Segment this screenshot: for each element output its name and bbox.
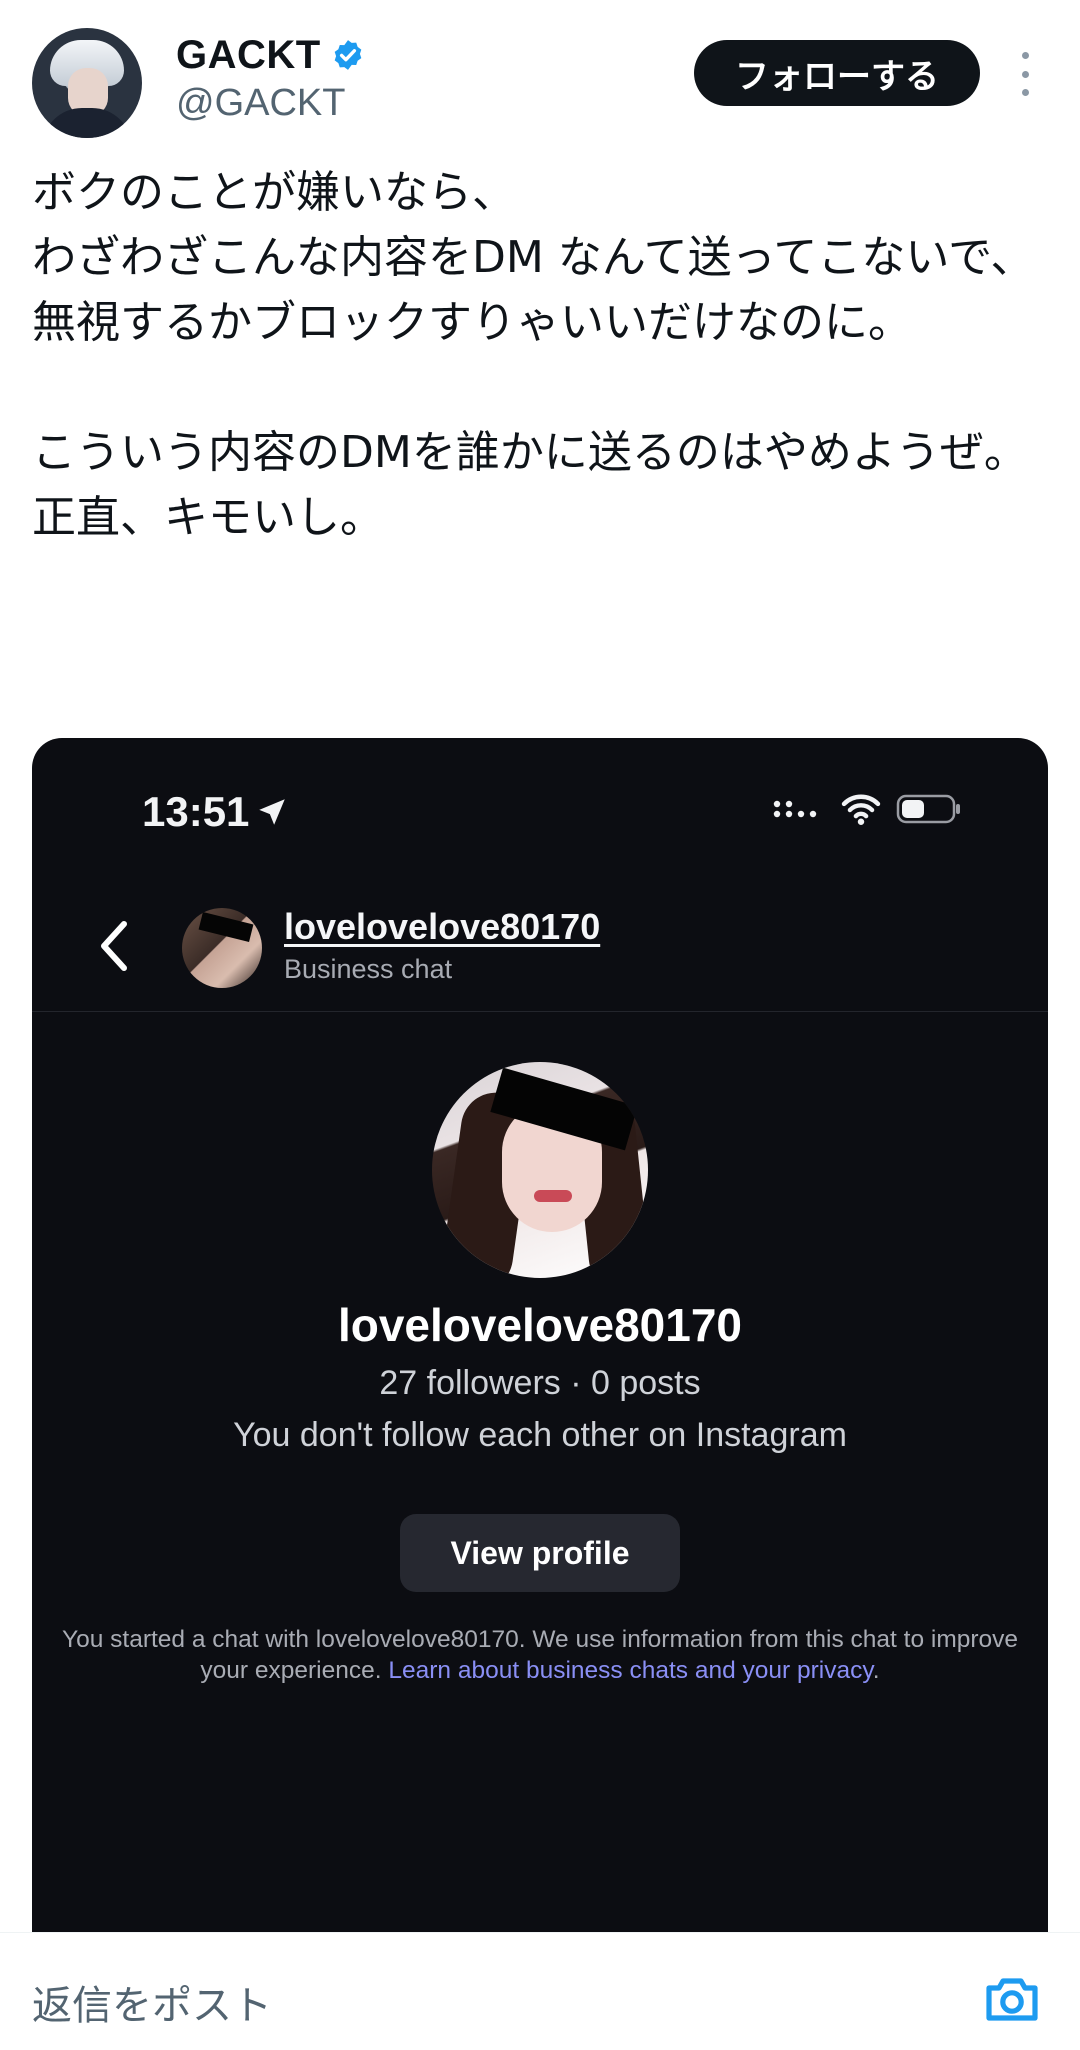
author-name-row: GACKT (176, 30, 365, 80)
tweet-media-image[interactable]: 13:51 lovelovelove80170 Business chat lo… (32, 738, 1048, 2050)
reply-input[interactable]: 返信をポスト (32, 1973, 272, 2031)
author-display-name[interactable]: GACKT (176, 33, 321, 78)
view-profile-button[interactable]: View profile (400, 1514, 680, 1592)
verified-badge-icon (334, 40, 362, 70)
camera-icon[interactable] (984, 1973, 1040, 2023)
status-bar-icons (772, 792, 962, 826)
ig-profile-avatar (432, 1062, 648, 1278)
follow-button[interactable]: フォローする (694, 40, 980, 106)
ig-chat-subtitle: Business chat (284, 954, 453, 984)
wifi-icon (841, 794, 881, 825)
ig-follow-note: You don't follow each other on Instagram (233, 1416, 847, 1454)
status-bar-time: 13:51 (142, 788, 289, 836)
status-time-text: 13:51 (142, 788, 250, 835)
tweet-header: GACKT @GACKT フォローする (0, 0, 1080, 150)
location-arrow-icon (259, 799, 286, 825)
ig-chat-username[interactable]: lovelovelove80170 (284, 906, 600, 948)
battery-icon (896, 794, 960, 824)
tweet-page: GACKT @GACKT フォローする ボクのことが嫌いなら、 わざわざこんな内… (0, 0, 1080, 2050)
back-chevron-icon[interactable] (94, 918, 134, 974)
cellular-signal-icon (773, 800, 817, 818)
more-options-icon[interactable] (1010, 52, 1040, 96)
author-avatar[interactable] (32, 28, 142, 138)
ig-privacy-link[interactable]: Learn about business chats and your priv… (388, 1657, 872, 1684)
reply-bar: 返信をポスト (0, 1932, 1080, 2050)
ig-profile-username: lovelovelove80170 (337, 1299, 743, 1351)
ig-info-trailing: . (872, 1657, 880, 1684)
ig-profile-stats: 27 followers · 0 posts (379, 1364, 701, 1402)
ig-business-chat-info: You started a chat with lovelovelove8017… (62, 1624, 1018, 1686)
ig-chat-avatar[interactable] (182, 908, 262, 988)
author-handle[interactable]: @GACKT (176, 82, 345, 125)
tweet-text: ボクのことが嫌いなら、 わざわざこんな内容をDM なんて送ってこないで、 無視す… (32, 167, 1035, 543)
ig-chat-header: lovelovelove80170 Business chat (32, 888, 1048, 1012)
